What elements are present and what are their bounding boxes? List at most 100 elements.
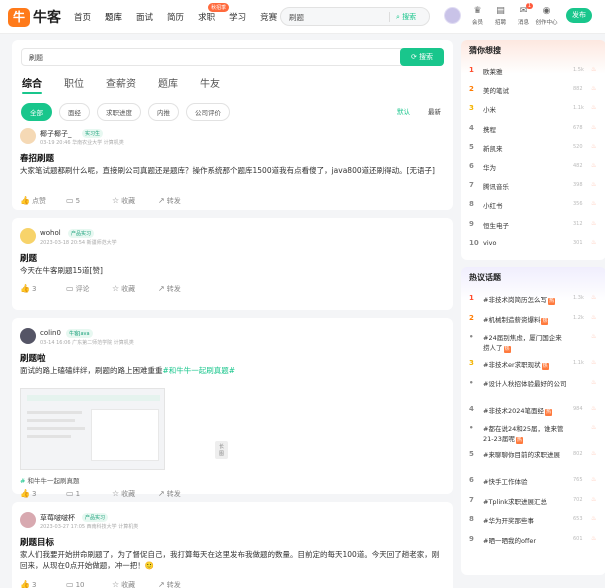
rank-number: 9 (469, 534, 474, 543)
fire-icon: ♨ (591, 66, 597, 73)
post-username[interactable]: 草莓啵啵杯 (40, 513, 75, 523)
guess-search-title: 猜你想搜 (469, 46, 501, 55)
nav-jobs[interactable]: 求职 秋招季 (198, 3, 230, 23)
post-username[interactable]: colin0 (40, 329, 61, 337)
rank-number: 2 (469, 313, 474, 322)
post-body[interactable]: 今天在牛客刷题15道[赞] (20, 265, 445, 276)
post-title[interactable]: 刷题目标 (20, 536, 54, 548)
creator-entry[interactable]: ◉ 创作中心 (535, 6, 558, 26)
nav-learn[interactable]: 学习 (229, 11, 246, 23)
topic-count: 802 (573, 451, 583, 457)
like-button[interactable]: 👍 3 (20, 489, 66, 499)
avatar[interactable] (20, 512, 36, 528)
main-search-input[interactable]: 刷题 (29, 53, 43, 63)
avatar[interactable] (20, 328, 36, 344)
publish-button[interactable]: 发布 (566, 8, 592, 23)
main-search-button[interactable]: ⟳ 搜索 (400, 48, 444, 66)
vip-entry[interactable]: ♛ 会员 (466, 6, 489, 26)
topic-title: #24届别焦虑，厦门国企来捞人了 (483, 334, 562, 352)
search-count: 678 (573, 124, 583, 131)
logo[interactable]: 牛 牛客 (8, 7, 61, 27)
fire-icon: ♨ (591, 294, 597, 301)
comment-button[interactable]: ▭ 10 (66, 580, 112, 588)
chip-company-review[interactable]: 公司评价 (186, 103, 230, 121)
favorite-button[interactable]: ☆ 收藏 (112, 284, 158, 294)
user-avatar[interactable] (444, 7, 461, 24)
share-button[interactable]: ↗ 转发 (158, 580, 204, 588)
share-button[interactable]: ↗ 转发 (158, 489, 204, 499)
chip-all[interactable]: 全部 (21, 103, 52, 121)
message-entry[interactable]: ✉ 消息 1 (512, 3, 535, 26)
nav-question-bank[interactable]: 题库 (105, 11, 122, 23)
topic-text: #设计人秋招体验最好的公司 (483, 379, 567, 389)
like-button[interactable]: 👍 3 (20, 580, 66, 588)
nav-interview[interactable]: 面试 (136, 11, 153, 23)
vip-icon: ♛ (473, 6, 482, 16)
post-card[interactable]: colin0 牛客Java 03-14 16:06 广东第二师范学院 计算机类 … (12, 318, 453, 498)
avatar[interactable] (20, 228, 36, 244)
tab-users[interactable]: 牛友 (200, 75, 220, 90)
top-search-input[interactable]: 刷题 (289, 12, 304, 23)
share-label: 转发 (166, 197, 181, 205)
post-body[interactable]: 大家笔试题都刷什么呢，直接刷公司真题还是题库？操作系统那个题库1500道我有点看… (20, 165, 445, 176)
tab-jobs[interactable]: 职位 (64, 75, 84, 90)
hot-icon: 热 (545, 408, 552, 416)
comment-button[interactable]: ▭ 5 (66, 196, 112, 206)
search-count: 520 (573, 143, 583, 150)
like-button[interactable]: 👍 点赞 (20, 196, 66, 206)
guess-search-card: 猜你想搜 1 欧莱雅 1.5k ♨ 2 美的笔试 882 ♨ 3 小米 1.1k ♨ 4 携程 678 ♨ 5 新… (461, 40, 605, 260)
nav-resume[interactable]: 简历 (167, 11, 184, 23)
post-body[interactable]: 家人们我要开始拼命刷题了，为了督促自己，我打算每天在这里发布我做题的数量。目前定… (20, 549, 445, 571)
search-term: 携程 (483, 125, 496, 134)
like-button[interactable]: 👍 3 (20, 284, 66, 294)
top-search-button[interactable]: ⌕ 搜索 (396, 12, 416, 22)
recruit-entry[interactable]: ▤ 招聘 (489, 6, 512, 26)
favorite-button[interactable]: ☆ 收藏 (112, 196, 158, 206)
nav-contest[interactable]: 竞赛 (260, 11, 277, 23)
post-body[interactable]: 面试的路上磕磕绊绊，刷题的路上困难重重#和牛牛一起刷真题# (20, 365, 445, 376)
hot-icon: 热 (503, 346, 511, 353)
user-tag: 产品实习 (68, 229, 95, 238)
post-image[interactable] (20, 388, 165, 470)
image-line (27, 411, 82, 414)
post-username[interactable]: 椰子椰子_ (40, 129, 72, 139)
topic-text: #Tplink求职进展汇总 (483, 496, 547, 506)
post-card[interactable]: wohol 产品实习 2023-03-18 20:54 新疆师范大学 刷题 今天… (12, 218, 453, 310)
topic-text: #机械制造薪资爆料热 (483, 314, 549, 325)
post-username[interactable]: wohol (40, 229, 61, 237)
comment-button[interactable]: ▭ 评论 (66, 284, 112, 294)
post-title[interactable]: 刷题啦 (20, 352, 46, 364)
tab-questions[interactable]: 题库 (158, 75, 178, 90)
comment-count: 5 (75, 197, 81, 205)
hot-icon: 热 (541, 317, 549, 325)
share-button[interactable]: ↗ 转发 (158, 284, 204, 294)
post-title[interactable]: 刷题 (20, 252, 37, 264)
avatar[interactable] (20, 128, 36, 144)
nav-home[interactable]: 首页 (74, 11, 91, 23)
main-search-box[interactable]: 刷题 ⟳ 搜索 (21, 48, 444, 66)
favorite-button[interactable]: ☆ 收藏 (112, 489, 158, 499)
post-title[interactable]: 春招刷题 (20, 152, 54, 164)
comment-icon: ▭ (66, 489, 74, 498)
tab-salary[interactable]: 查薪资 (106, 75, 136, 90)
fire-icon: ♨ (591, 238, 597, 246)
favorite-label: 收藏 (121, 285, 136, 293)
share-button[interactable]: ↗ 转发 (158, 196, 204, 206)
chip-referral[interactable]: 内推 (148, 103, 179, 121)
chip-interview[interactable]: 面经 (59, 103, 90, 121)
user-tag: 实习生 (82, 129, 104, 138)
sort-default[interactable]: 默认 (397, 106, 410, 116)
post-card[interactable]: 草莓啵啵杯 产品实习 2023-03-27 17:05 西南科技大学 计算机类 … (12, 502, 453, 588)
thumb-up-icon: 👍 (20, 284, 30, 293)
sort-latest[interactable]: 最新 (428, 106, 441, 116)
post-actions: 👍 3 ▭ 1 ☆ 收藏 ↗ 转发 (20, 489, 204, 499)
top-search-box[interactable]: 刷题 ⌕ 搜索 (280, 7, 430, 26)
share-icon: ↗ (158, 196, 165, 205)
comment-button[interactable]: ▭ 1 (66, 489, 112, 499)
post-topic[interactable]: # 和牛牛一起刷真题 (20, 475, 80, 485)
favorite-button[interactable]: ☆ 收藏 (112, 580, 158, 588)
post-hashtag[interactable]: #和牛牛一起刷真题# (163, 366, 236, 375)
tab-all[interactable]: 综合 (22, 75, 42, 94)
rank-number: 4 (469, 123, 474, 132)
chip-progress[interactable]: 求职进度 (97, 103, 141, 121)
